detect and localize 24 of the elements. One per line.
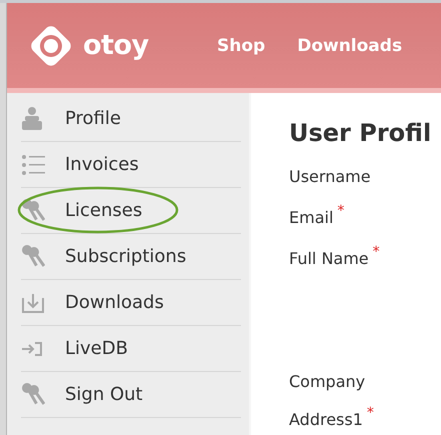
sidebar-item[interactable]: Subscriptions	[21, 234, 241, 280]
sidebar-item[interactable]: Sign Out	[21, 372, 241, 418]
person-icon	[21, 106, 43, 130]
sidebar-item[interactable]: Invoices	[21, 142, 241, 188]
sidebar-item[interactable]: Downloads	[21, 280, 241, 326]
page-title: User Profil	[289, 119, 432, 147]
sidebar-item[interactable]: Licenses	[21, 188, 241, 234]
sidebar-item[interactable]: LiveDB	[21, 326, 241, 372]
list-icon	[21, 154, 45, 176]
field-label: Username	[289, 167, 371, 186]
required-mark: *	[337, 203, 344, 219]
required-mark: *	[372, 244, 380, 260]
required-mark: *	[366, 405, 374, 421]
field-label: Address1	[289, 410, 363, 429]
sidebar-item[interactable]: Profile	[21, 96, 241, 142]
keys-icon	[21, 244, 45, 270]
keys-icon	[21, 198, 45, 224]
logo-text: otoy	[83, 30, 149, 61]
field-label: Company	[289, 372, 366, 391]
keys-icon	[21, 382, 45, 408]
field-label: Email	[289, 208, 334, 227]
sign-in-icon	[21, 340, 43, 356]
download-icon	[21, 292, 45, 314]
field-label: Full Name	[289, 249, 369, 268]
